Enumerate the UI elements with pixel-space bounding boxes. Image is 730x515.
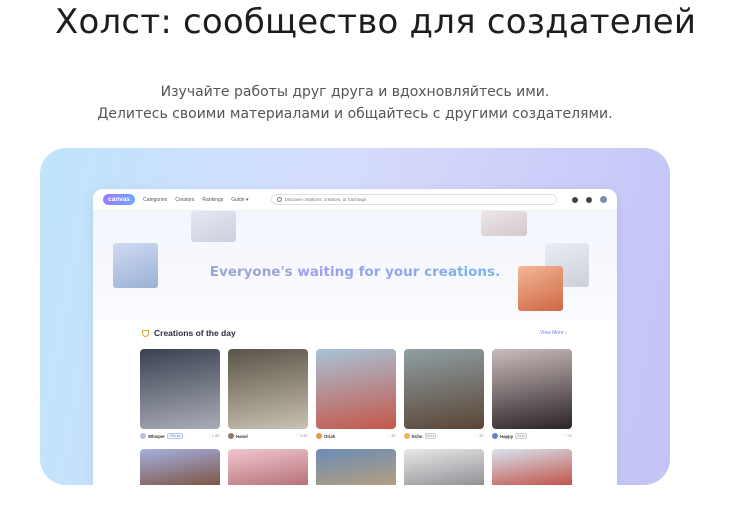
section-header: Creations of the day — [142, 328, 236, 338]
creator-badge: Beta — [424, 433, 437, 439]
creator-badge: Official — [166, 433, 183, 439]
like-count-value: 4K — [391, 433, 396, 438]
creator-avatar[interactable] — [492, 433, 498, 439]
like-count-value: 3.4K — [299, 433, 308, 438]
creation-card[interactable] — [492, 449, 572, 485]
search-icon — [276, 197, 282, 202]
creation-meta: Oriah ♡ 4K — [316, 432, 396, 440]
creation-card[interactable] — [228, 349, 308, 429]
page-title: Холст: сообщество для создателей — [55, 2, 697, 42]
subtitle-line-2: Делитесь своими материалами и общайтесь … — [97, 106, 613, 122]
app-window: canvas Categories Creators Rankings Guid… — [93, 189, 617, 485]
subtitle-line-1: Изучайте работы друг друга и вдохновляйт… — [160, 84, 550, 100]
canvas-logo[interactable]: canvas — [103, 194, 136, 205]
globe-icon[interactable] — [572, 196, 578, 203]
bell-icon[interactable] — [586, 196, 592, 203]
hero-banner: Everyone's waiting for your creations. — [93, 211, 617, 321]
creation-meta: Hanel ♡ 3.4K — [228, 432, 308, 440]
hero-headline: Everyone's waiting for your creations. — [93, 264, 617, 280]
like-count[interactable]: ♡ 3.4K — [294, 433, 308, 439]
hero-headline-highlight: waiting for your creations. — [297, 264, 501, 280]
like-count[interactable]: ♡ 3K — [474, 433, 484, 439]
creator-name[interactable]: Hanel — [236, 434, 248, 439]
creation-card[interactable] — [140, 349, 220, 429]
creator-name[interactable]: Echo — [412, 434, 423, 439]
hero-floating-image — [191, 211, 236, 242]
like-count[interactable]: ♡ 1.8K — [206, 433, 220, 439]
like-count[interactable]: ♡ 4K — [386, 433, 396, 439]
creation-card[interactable] — [140, 449, 220, 485]
creation-card[interactable] — [228, 449, 308, 485]
creator-name[interactable]: Whisper — [148, 434, 165, 439]
creation-meta: Echo Beta ♡ 3K — [404, 432, 484, 440]
creation-card[interactable] — [316, 449, 396, 485]
hero-floating-image — [481, 211, 527, 236]
avatar[interactable] — [600, 196, 607, 203]
like-count-value: 1.8K — [211, 433, 220, 438]
app-topbar: canvas Categories Creators Rankings Guid… — [93, 189, 617, 211]
creation-card[interactable] — [404, 449, 484, 485]
trophy-icon — [142, 329, 149, 337]
hero-headline-lead: Everyone's — [209, 264, 298, 280]
showcase-panel: canvas Categories Creators Rankings Guid… — [40, 148, 670, 485]
search-input[interactable] — [284, 197, 551, 202]
nav-categories[interactable]: Categories — [143, 197, 167, 203]
nav-guide[interactable]: Guide — [231, 197, 248, 203]
search-bar[interactable] — [270, 194, 557, 205]
creator-name[interactable]: Happy — [500, 434, 513, 439]
nav-rankings[interactable]: Rankings — [202, 197, 223, 203]
creation-meta: Whisper Official ♡ 1.8K — [140, 432, 220, 440]
creator-badge: Beta — [515, 433, 527, 439]
like-count-value: 54 — [567, 433, 572, 438]
creator-avatar[interactable] — [316, 433, 322, 439]
creator-avatar[interactable] — [228, 433, 234, 439]
nav-creators[interactable]: Creators — [175, 197, 194, 203]
creation-card[interactable] — [404, 349, 484, 429]
view-more-link[interactable]: View More › — [540, 330, 567, 336]
like-count-value: 3K — [479, 433, 484, 438]
creation-card[interactable] — [492, 349, 572, 429]
creator-avatar[interactable] — [140, 433, 146, 439]
creation-card[interactable] — [316, 349, 396, 429]
creator-name[interactable]: Oriah — [324, 434, 335, 439]
like-count[interactable]: ♡ 54 — [562, 433, 572, 439]
section-title: Creations of the day — [154, 328, 236, 338]
creation-meta: Happy Beta ♡ 54 — [492, 432, 572, 440]
creator-avatar[interactable] — [404, 433, 410, 439]
